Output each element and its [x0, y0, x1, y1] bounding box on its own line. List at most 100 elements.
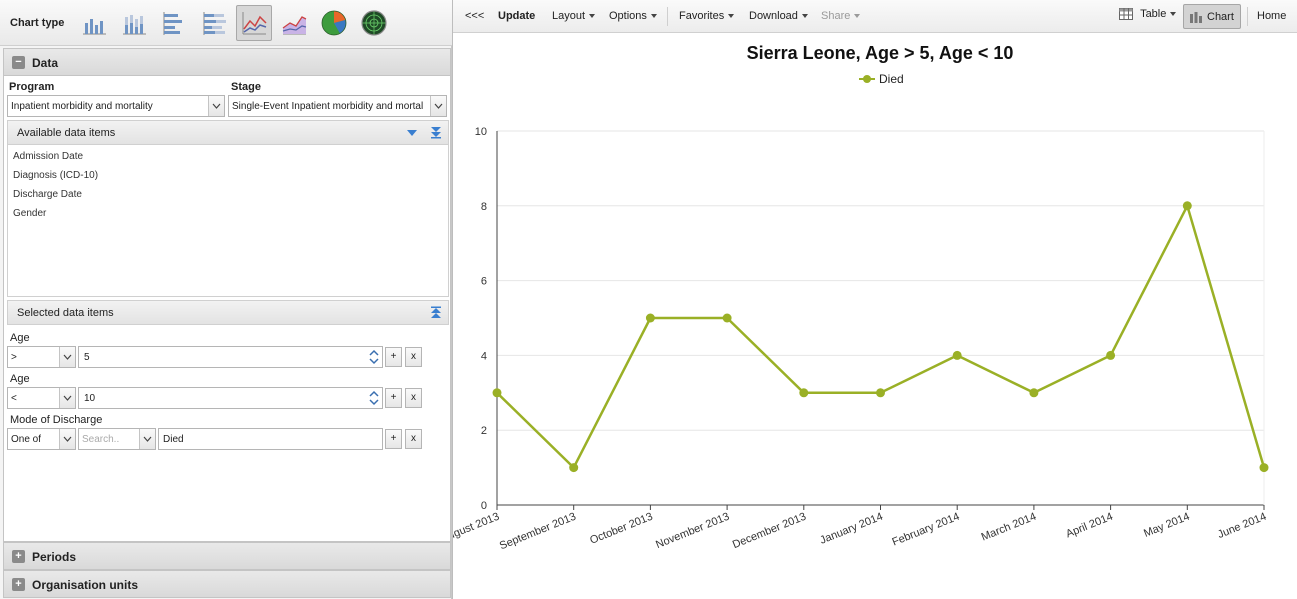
caret-down-icon	[650, 14, 657, 19]
program-select[interactable]: Inpatient morbidity and mortality	[7, 95, 225, 117]
data-point	[722, 313, 732, 323]
data-section-title: Data	[32, 56, 59, 70]
options-menu[interactable]: Options	[609, 10, 657, 22]
collapse-icon: −	[12, 56, 25, 69]
available-items-title: Available data items	[17, 127, 116, 139]
chevron-down-icon[interactable]	[430, 96, 446, 116]
update-button[interactable]: Update	[498, 10, 535, 22]
x-tick-label: April 2014	[1064, 511, 1114, 541]
chevron-down-icon[interactable]	[59, 347, 75, 367]
chevron-down-icon[interactable]	[59, 388, 75, 408]
available-items-header: Available data items	[7, 120, 449, 145]
add-filter-button[interactable]: +	[385, 388, 402, 408]
list-item[interactable]: Discharge Date	[13, 189, 82, 200]
remove-filter-button[interactable]: x	[405, 347, 422, 367]
caret-down-icon	[801, 14, 808, 19]
line-chart-icon[interactable]	[236, 5, 272, 41]
stacked-bar-chart-icon[interactable]	[196, 5, 232, 41]
chevron-down-icon[interactable]	[208, 96, 224, 116]
deselect-all-icon[interactable]	[430, 306, 442, 322]
operator-select[interactable]: >	[7, 346, 76, 368]
y-tick-label: 0	[481, 500, 487, 512]
filter-label: Age	[10, 332, 30, 344]
favorites-menu[interactable]: Favorites	[679, 10, 735, 22]
table-button[interactable]: Table	[1119, 8, 1177, 21]
caret-down-icon	[854, 14, 861, 19]
stage-label: Stage	[231, 81, 261, 93]
share-menu[interactable]: Share	[821, 10, 861, 22]
bar-chart-icon[interactable]	[156, 5, 192, 41]
pie-chart-icon[interactable]	[316, 5, 352, 41]
expand-icon: +	[12, 550, 25, 563]
y-tick-label: 4	[481, 350, 487, 362]
toolbar-divider	[1247, 7, 1248, 26]
radar-chart-icon[interactable]	[356, 5, 392, 41]
option-value-field[interactable]: Died	[158, 428, 383, 450]
stage-select[interactable]: Single-Event Inpatient morbidity and mor…	[228, 95, 447, 117]
operator-select[interactable]: <	[7, 387, 76, 409]
program-label: Program	[9, 81, 55, 93]
x-tick-label: December 2013	[731, 511, 808, 551]
search-placeholder: Search..	[82, 434, 120, 445]
x-tick-label: September 2013	[498, 511, 578, 553]
option-search-select[interactable]: Search..	[78, 428, 156, 450]
data-point	[876, 388, 885, 398]
caret-down-icon	[589, 14, 596, 19]
chart-view-button[interactable]: Chart	[1183, 4, 1241, 29]
remove-filter-button[interactable]: x	[405, 388, 422, 408]
stacked-column-chart-icon[interactable]	[116, 5, 152, 41]
home-button[interactable]: Home	[1257, 10, 1286, 22]
table-label: Table	[1140, 8, 1167, 20]
add-filter-button[interactable]: +	[385, 347, 402, 367]
right-panel: <<< Update Layout Options Favorites Down…	[452, 0, 1297, 599]
operator-select[interactable]: One of	[7, 428, 76, 450]
caret-down-icon	[1170, 12, 1177, 17]
filter-label: Age	[10, 373, 30, 385]
list-item[interactable]: Diagnosis (ICD-10)	[13, 170, 98, 181]
filter-value-field[interactable]: 5	[78, 346, 383, 368]
options-label: Options	[609, 10, 647, 22]
org-units-section-header[interactable]: + Organisation units	[3, 570, 451, 598]
select-all-icon[interactable]	[430, 126, 442, 142]
share-label: Share	[821, 10, 851, 22]
list-item[interactable]: Gender	[13, 208, 46, 219]
download-menu[interactable]: Download	[749, 10, 808, 22]
collapse-panel-button[interactable]: <<<	[465, 10, 484, 22]
data-point	[799, 388, 809, 398]
x-tick-label: October 2013	[588, 511, 654, 547]
x-tick-label: May 2014	[1142, 511, 1191, 540]
column-chart-icon[interactable]	[76, 5, 112, 41]
data-section-header[interactable]: − Data	[3, 48, 451, 76]
add-filter-button[interactable]: +	[385, 429, 402, 449]
y-tick-label: 6	[481, 276, 487, 288]
list-item[interactable]: Admission Date	[13, 151, 83, 162]
data-point	[492, 388, 502, 398]
spinner-icon[interactable]	[366, 388, 382, 408]
operator-value: >	[11, 352, 17, 363]
chart-type-bar: Chart type	[0, 0, 452, 46]
legend-label: Died	[879, 72, 904, 86]
program-value: Inpatient morbidity and mortality	[11, 101, 153, 112]
filter-value: 5	[84, 352, 90, 363]
option-value: Died	[163, 434, 184, 445]
stage-value: Single-Event Inpatient morbidity and mor…	[232, 101, 424, 112]
data-point	[1259, 463, 1269, 473]
favorites-label: Favorites	[679, 10, 725, 22]
area-chart-icon[interactable]	[276, 5, 312, 41]
chevron-down-icon[interactable]	[59, 429, 75, 449]
filter-value-field[interactable]: 10	[78, 387, 383, 409]
y-tick-label: 10	[475, 126, 487, 138]
periods-section-header[interactable]: + Periods	[3, 542, 451, 570]
select-item-icon[interactable]	[406, 129, 418, 141]
spinner-icon[interactable]	[366, 347, 382, 367]
layout-menu[interactable]: Layout	[552, 10, 596, 22]
chevron-down-icon[interactable]	[139, 429, 155, 449]
remove-filter-button[interactable]: x	[405, 429, 422, 449]
chart-label: Chart	[1207, 11, 1234, 23]
chart-type-label: Chart type	[10, 17, 65, 29]
caret-down-icon	[728, 14, 735, 19]
data-point	[645, 313, 655, 323]
data-point	[952, 350, 962, 360]
data-point	[1182, 201, 1192, 211]
toolbar: <<< Update Layout Options Favorites Down…	[453, 0, 1297, 33]
